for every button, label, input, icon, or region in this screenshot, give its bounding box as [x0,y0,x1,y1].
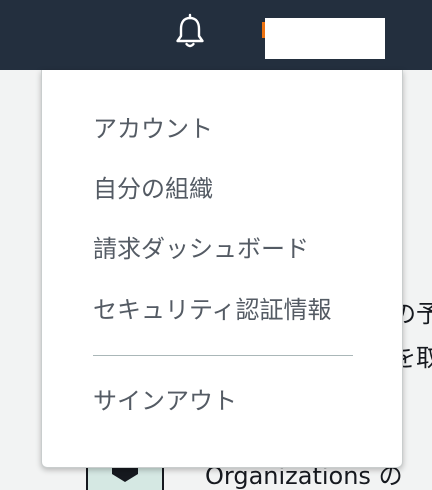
top-navigation-bar [0,0,432,70]
bell-icon [176,13,204,48]
console-page: の予 を取 Organizations の アカウント 自分の組織 請求ダッシュ… [0,0,432,490]
menu-item-my-organization[interactable]: 自分の組織 [93,174,213,204]
menu-item-billing-dashboard[interactable]: 請求ダッシュボード [93,234,309,264]
menu-item-security-credentials[interactable]: セキュリティ認証情報 [93,295,332,325]
account-menu-button[interactable] [265,18,385,59]
menu-divider [93,355,353,356]
account-dropdown-menu: アカウント 自分の組織 請求ダッシュボード セキュリティ認証情報 サインアウト [41,70,403,468]
menu-item-account[interactable]: アカウント [93,114,213,144]
notifications-button[interactable] [170,12,210,52]
menu-item-sign-out[interactable]: サインアウト [93,386,237,416]
